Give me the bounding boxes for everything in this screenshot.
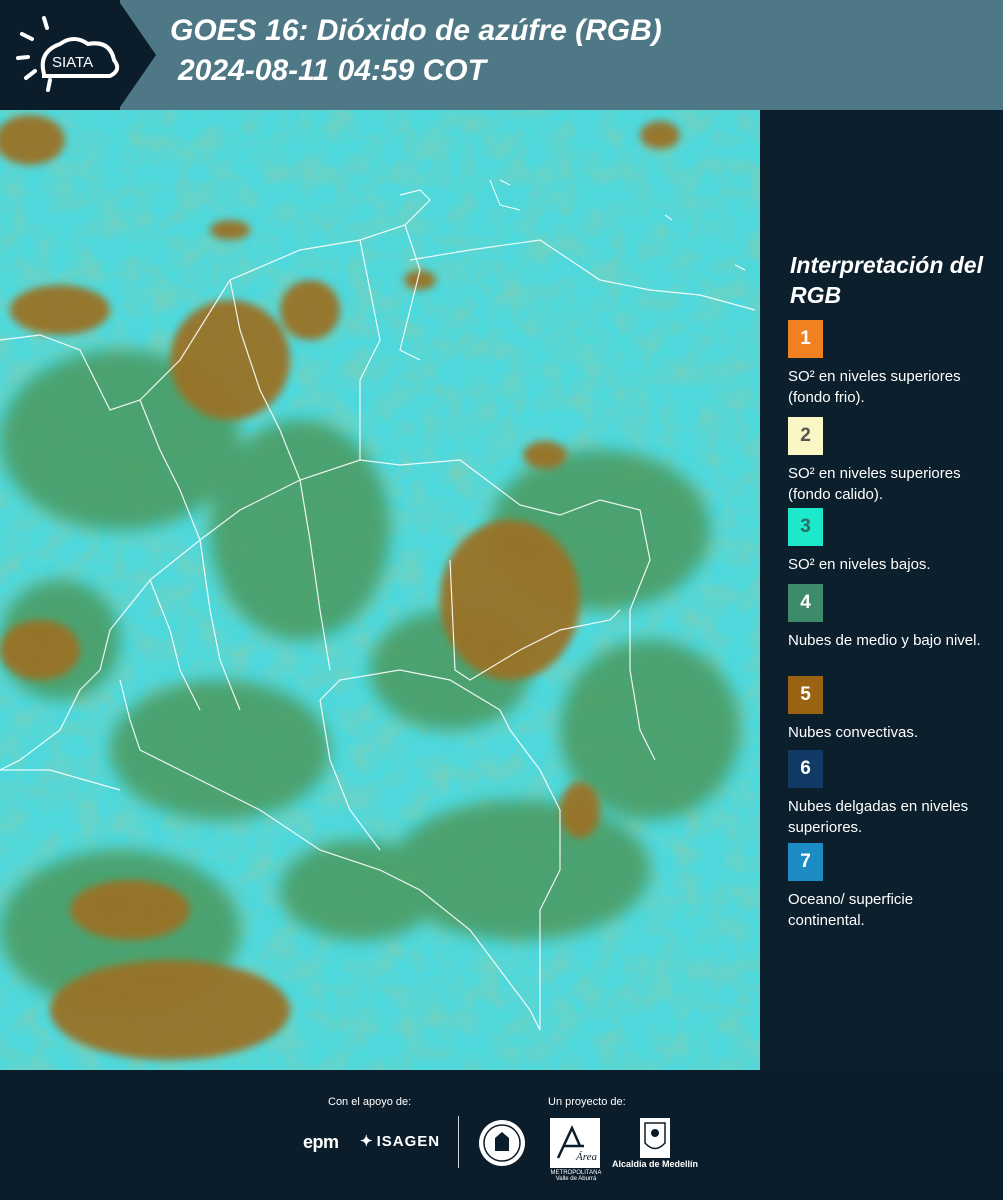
legend-swatch-3: 3 <box>788 508 823 546</box>
image-timestamp: 2024-08-11 04:59 COT <box>178 54 486 87</box>
legend-swatch-4: 4 <box>788 584 823 622</box>
area-metropolitana-label: METROPOLITANA Valle de Aburrá <box>550 1170 602 1182</box>
legend-swatch-6: 6 <box>788 750 823 788</box>
legend-label-1: SO² en niveles superiores (fondo frio). <box>788 368 961 406</box>
legend-item-5: 5 Nubes convectivas. <box>788 676 998 743</box>
legend-item-4: 4 Nubes de medio y bajo nivel. <box>788 584 998 651</box>
alcaldia-shield-icon <box>640 1118 670 1158</box>
legend-title: Interpretación del RGB <box>790 252 983 308</box>
project-label: Un proyecto de: <box>548 1096 626 1108</box>
legend-panel: Interpretación del RGB 1 SO² en niveles … <box>760 110 1003 1070</box>
legend-swatch-1: 1 <box>788 320 823 358</box>
isagen-logo: ✦ ISAGEN <box>360 1132 441 1151</box>
legend-label-5: Nubes convectivas. <box>788 724 919 741</box>
legend-item-6: 6 Nubes delgadas en niveles superiores. <box>788 750 998 838</box>
legend-swatch-2: 2 <box>788 417 823 455</box>
support-label: Con el apoyo de: <box>328 1096 412 1108</box>
legend-label-6: Nubes delgadas en niveles superiores. <box>788 798 969 836</box>
footer: Con el apoyo de: Un proyecto de: epm ✦ I… <box>0 1070 1003 1200</box>
legend-label-7: Oceano/ superficie continental. <box>788 891 914 929</box>
isagen-text: ISAGEN <box>376 1132 441 1150</box>
page-title: GOES 16: Dióxido de azúfre (RGB) <box>170 14 662 47</box>
siata-logo: SIATA <box>16 16 120 92</box>
legend-label-2: SO² en niveles superiores (fondo calido)… <box>788 465 961 503</box>
alcaldia-label: Alcaldía de Medellín <box>612 1159 699 1169</box>
legend-swatch-5: 5 <box>788 676 823 714</box>
legend-item-2: 2 SO² en niveles superiores (fondo calid… <box>788 417 998 505</box>
footer-divider <box>458 1116 459 1168</box>
header: SIATA GOES 16: Dióxido de azúfre (RGB) 2… <box>0 0 1003 110</box>
legend-item-7: 7 Oceano/ superficie continental. <box>788 843 998 931</box>
siata-logo-text: SIATA <box>52 54 93 71</box>
medellin-seal-icon <box>479 1120 525 1166</box>
epm-logo: epm <box>303 1132 339 1152</box>
legend-swatch-7: 7 <box>788 843 823 881</box>
area-metropolitana-logo: Área <box>550 1118 600 1168</box>
satellite-map <box>0 110 760 1070</box>
legend-item-3: 3 SO² en niveles bajos. <box>788 508 998 575</box>
svg-text:Área: Área <box>575 1151 597 1163</box>
legend-label-4: Nubes de medio y bajo nivel. <box>788 632 981 649</box>
legend-item-1: 1 SO² en niveles superiores (fondo frio)… <box>788 320 998 408</box>
legend-label-3: SO² en niveles bajos. <box>788 556 931 573</box>
isagen-icon: ✦ <box>360 1133 374 1150</box>
